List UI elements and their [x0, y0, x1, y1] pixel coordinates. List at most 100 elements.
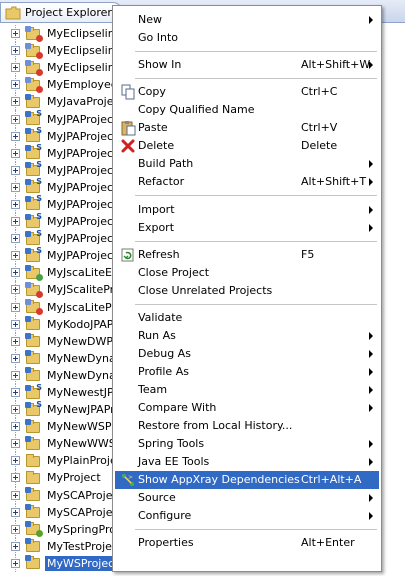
tree-item-project[interactable]: MyEmployeeJ: [0, 76, 118, 94]
tree-item-project[interactable]: S MyNewestJPA: [0, 383, 118, 402]
expand-icon[interactable]: [11, 97, 20, 107]
expand-icon[interactable]: [11, 422, 20, 432]
expand-icon[interactable]: [11, 199, 20, 209]
expand-icon[interactable]: [11, 234, 20, 244]
menu-item-run-as[interactable]: Run As: [115, 327, 379, 345]
menu-item-spring-tools[interactable]: Spring Tools: [115, 435, 379, 453]
menu-item-export[interactable]: Export: [115, 219, 379, 237]
expand-icon[interactable]: [11, 63, 20, 73]
expand-icon[interactable]: [11, 80, 20, 90]
menu-item-delete[interactable]: Delete Delete: [115, 137, 379, 155]
tree-item-project[interactable]: S MyJPAProject: [0, 178, 118, 196]
expand-icon[interactable]: [11, 336, 20, 346]
tree-item-project[interactable]: S MyJPAProject: [0, 110, 118, 128]
tree-item-project[interactable]: MyJscaLiteEAR: [0, 264, 118, 282]
project-label: MyNewDynam: [47, 368, 118, 382]
tree-item-project[interactable]: MyNewDWProj: [0, 332, 118, 350]
expand-icon[interactable]: [11, 46, 20, 56]
menu-item-close-unrelated-projects[interactable]: Close Unrelated Projects: [115, 282, 379, 300]
menu-item-refactor[interactable]: Refactor Alt+Shift+T: [115, 173, 379, 191]
tree-item-project[interactable]: S MyJPAProject: [0, 195, 118, 214]
menu-item-paste[interactable]: Paste Ctrl+V: [115, 119, 379, 137]
tree-item-project[interactable]: S MyJPAProject: [0, 246, 118, 265]
menu-item-refresh[interactable]: Refresh F5: [115, 246, 379, 264]
expand-icon[interactable]: [11, 302, 20, 312]
tree-item-project[interactable]: S MyNewJPAProj: [0, 400, 118, 419]
project-icon: [25, 418, 42, 434]
menu-item-close-project[interactable]: Close Project: [115, 264, 379, 282]
tree-item-project[interactable]: S MyJPAProject: [0, 127, 118, 145]
project-explorer-tab[interactable]: Project Explorer: [0, 2, 122, 22]
expand-icon[interactable]: [11, 490, 20, 500]
expand-icon[interactable]: [11, 456, 20, 466]
tree-item-project[interactable]: MySCAProject: [0, 503, 118, 521]
menu-item-properties[interactable]: Properties Alt+Enter: [115, 534, 379, 552]
project-error-icon: [25, 42, 43, 59]
tree-item-project[interactable]: MyWSProject: [0, 554, 118, 572]
expand-icon[interactable]: [11, 370, 20, 380]
expand-icon[interactable]: [11, 558, 20, 568]
tree-item-project[interactable]: MyNewWWSPr: [0, 435, 118, 453]
expand-icon[interactable]: [11, 268, 20, 278]
expand-icon[interactable]: [11, 439, 20, 449]
tree-item-project[interactable]: MyEclipselinkJ: [0, 25, 118, 43]
tree-item-project[interactable]: MyKodoJPAPr: [0, 315, 118, 333]
tree-item-project[interactable]: S MyJPAProject: [0, 161, 118, 179]
menu-item-go-into[interactable]: Go Into: [115, 29, 379, 47]
project-error-icon: [25, 281, 43, 298]
expand-icon[interactable]: [11, 388, 20, 398]
expand-icon[interactable]: [11, 217, 20, 227]
expand-icon[interactable]: [11, 131, 20, 141]
tree-item-project[interactable]: MySpringProje: [0, 520, 118, 538]
expand-icon[interactable]: [11, 353, 20, 363]
menu-item-restore-from-local-history[interactable]: Restore from Local History...: [115, 417, 379, 435]
tree-item-project[interactable]: MyNewDynam: [0, 366, 118, 384]
menu-item-java-ee-tools[interactable]: Java EE Tools: [115, 453, 379, 471]
expand-icon[interactable]: [11, 165, 20, 175]
tree-item-project[interactable]: MyProject: [0, 469, 118, 487]
expand-icon[interactable]: [11, 114, 20, 124]
expand-icon[interactable]: [11, 507, 20, 517]
expand-icon[interactable]: [11, 524, 20, 534]
menu-item-team[interactable]: Team: [115, 381, 379, 399]
tree-item-project[interactable]: S MyJPAProject: [0, 212, 118, 231]
tree-item-project[interactable]: MyNewDynam: [0, 349, 118, 367]
menu-item-source[interactable]: Source: [115, 489, 379, 507]
tree-item-project[interactable]: MyJScaliteProj: [0, 281, 118, 299]
spring-project-icon: [25, 521, 43, 538]
tree-item-project[interactable]: MyJscaLitePro: [0, 298, 118, 316]
expand-icon[interactable]: [11, 319, 20, 329]
project-error-icon: [25, 25, 43, 42]
menu-item-import[interactable]: Import: [115, 201, 379, 219]
expand-icon[interactable]: [11, 29, 20, 39]
expand-icon[interactable]: [11, 285, 20, 295]
expand-icon[interactable]: [11, 148, 20, 158]
menu-item-show-in[interactable]: Show In Alt+Shift+W: [115, 56, 379, 74]
expand-icon[interactable]: [11, 182, 20, 192]
tree-item-project[interactable]: MyEclipselinkJ: [0, 59, 118, 77]
tree-item-project[interactable]: MyNewWSProj: [0, 418, 118, 436]
menu-item-compare-with[interactable]: Compare With: [115, 399, 379, 417]
tree-item-project[interactable]: S MyJPAProject: [0, 229, 118, 248]
menu-item-configure[interactable]: Configure: [115, 507, 379, 525]
menu-item-copy-qualified-name[interactable]: Copy Qualified Name: [115, 101, 379, 119]
menu-item-show-appxray-dependencies[interactable]: > Show AppXray Dependencies Ctrl+Alt+A: [115, 471, 379, 490]
menu-item-label: Refresh: [138, 247, 180, 261]
tree-item-project[interactable]: MyTestProject: [0, 537, 118, 555]
menu-item-validate[interactable]: Validate: [115, 309, 379, 327]
menu-item-copy[interactable]: Copy Ctrl+C: [115, 83, 379, 101]
expand-icon[interactable]: [11, 541, 20, 551]
tree-item-project[interactable]: MySCAProject: [0, 486, 118, 504]
expand-icon[interactable]: [11, 405, 20, 415]
tree-item-project[interactable]: MyJavaProject: [0, 93, 118, 111]
jpa-project-icon: S: [25, 212, 42, 229]
tree-item-project[interactable]: MyPlainProject: [0, 452, 118, 470]
menu-item-debug-as[interactable]: Debug As: [115, 345, 379, 363]
menu-item-build-path[interactable]: Build Path: [115, 155, 379, 173]
expand-icon[interactable]: [11, 473, 20, 483]
menu-item-new[interactable]: New: [115, 11, 379, 29]
expand-icon[interactable]: [11, 251, 20, 261]
menu-item-profile-as[interactable]: Profile As: [115, 363, 379, 381]
tree-item-project[interactable]: S MyJPAProject: [0, 144, 118, 162]
tree-item-project[interactable]: MyEclipselinkJ: [0, 42, 118, 60]
